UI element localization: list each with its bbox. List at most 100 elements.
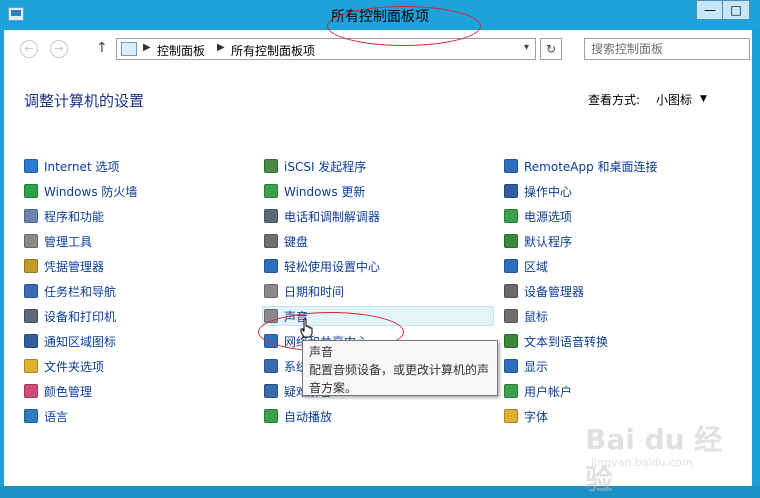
iscsi-icon: [264, 159, 278, 173]
ease-of-access-icon: [264, 259, 278, 273]
item-label: 轻松使用设置中心: [284, 259, 381, 274]
user-accounts-icon: [504, 384, 518, 398]
item-taskbar[interactable]: 任务栏和导航: [24, 281, 116, 301]
power-options-icon: [504, 209, 518, 223]
item-date-time[interactable]: 日期和时间: [264, 281, 344, 301]
chevron-down-icon[interactable]: ▼: [700, 94, 707, 104]
action-center-icon: [504, 184, 518, 198]
sound-tooltip: 声音 配置音频设备，或更改计算机的声音方案。: [302, 340, 498, 396]
item-label: 电源选项: [524, 209, 573, 224]
address-bar[interactable]: ▶ 控制面板 ▶ 所有控制面板项 ▾: [116, 38, 536, 60]
language-icon: [24, 409, 38, 423]
item-label: 任务栏和导航: [44, 284, 117, 299]
minimize-button[interactable]: —: [696, 0, 724, 20]
watermark: Bai du 经验 jingyan.baidu.com: [585, 418, 730, 496]
item-label: 程序和功能: [44, 209, 105, 224]
fonts-icon: [504, 409, 518, 423]
item-label: 管理工具: [44, 234, 93, 249]
device-manager-icon: [504, 284, 518, 298]
keyboard-icon: [264, 234, 278, 248]
item-label: 文本到语音转换: [524, 334, 609, 349]
forward-button[interactable]: →: [50, 40, 68, 58]
item-device-manager[interactable]: 设备管理器: [504, 281, 584, 301]
item-programs[interactable]: 程序和功能: [24, 206, 104, 226]
item-firewall[interactable]: Windows 防火墙: [24, 181, 137, 201]
search-input[interactable]: 搜索控制面板: [584, 38, 750, 60]
item-mouse[interactable]: 鼠标: [504, 306, 548, 326]
item-label: RemoteApp 和桌面连接: [524, 159, 658, 174]
item-autoplay[interactable]: 自动播放: [264, 406, 332, 426]
autoplay-icon: [264, 409, 278, 423]
printer-icon: [24, 309, 38, 323]
text-to-speech-icon: [504, 334, 518, 348]
control-panel-icon: [121, 42, 137, 56]
item-label: 日期和时间: [284, 284, 345, 299]
windows-update-icon: [264, 184, 278, 198]
item-keyboard[interactable]: 键盘: [264, 231, 308, 251]
date-time-icon: [264, 284, 278, 298]
item-label: 语言: [44, 409, 69, 424]
display-icon: [504, 359, 518, 373]
item-label: 鼠标: [524, 309, 549, 324]
item-label: 默认程序: [524, 234, 573, 249]
phone-modem-icon: [264, 209, 278, 223]
item-admin-tools[interactable]: 管理工具: [24, 231, 92, 251]
view-by-label: 查看方式:: [588, 93, 641, 107]
folder-options-icon: [24, 359, 38, 373]
item-printer[interactable]: 设备和打印机: [24, 306, 116, 326]
item-default-programs[interactable]: 默认程序: [504, 231, 572, 251]
view-by-dropdown[interactable]: 小图标: [656, 91, 692, 108]
color-management-icon: [24, 384, 38, 398]
item-ease-of-access[interactable]: 轻松使用设置中心: [264, 256, 380, 276]
taskbar-icon: [24, 284, 38, 298]
item-iscsi[interactable]: iSCSI 发起程序: [264, 156, 366, 176]
maximize-button[interactable]: □: [722, 0, 750, 20]
item-label: 电话和调制解调器: [284, 209, 381, 224]
item-label: 设备管理器: [524, 284, 585, 299]
item-label: 字体: [524, 409, 549, 424]
item-phone-modem[interactable]: 电话和调制解调器: [264, 206, 380, 226]
item-label: Windows 更新: [284, 184, 366, 199]
item-power-options[interactable]: 电源选项: [504, 206, 572, 226]
item-label: Windows 防火墙: [44, 184, 138, 199]
item-display[interactable]: 显示: [504, 356, 548, 376]
item-label: 设备和打印机: [44, 309, 117, 324]
item-internet-options[interactable]: Internet 选项: [24, 156, 119, 176]
page-title: 调整计算机的设置: [24, 92, 145, 110]
up-button[interactable]: ↑: [96, 40, 108, 56]
chevron-down-icon[interactable]: ▾: [524, 42, 529, 53]
item-label: 颜色管理: [44, 384, 93, 399]
tooltip-title: 声音: [309, 345, 334, 359]
back-button[interactable]: ←: [20, 40, 38, 58]
refresh-button[interactable]: ↻: [540, 38, 562, 60]
item-text-to-speech[interactable]: 文本到语音转换: [504, 331, 608, 351]
item-region[interactable]: 区域: [504, 256, 548, 276]
item-action-center[interactable]: 操作中心: [504, 181, 572, 201]
watermark-url: jingyan.baidu.com: [591, 456, 693, 469]
notification-icon: [24, 334, 38, 348]
chevron-right-icon: ▶: [217, 42, 225, 53]
item-windows-update[interactable]: Windows 更新: [264, 181, 365, 201]
item-fonts[interactable]: 字体: [504, 406, 548, 426]
item-label: Internet 选项: [44, 159, 120, 174]
item-user-accounts[interactable]: 用户帐户: [504, 381, 572, 401]
hand-cursor-icon: [300, 318, 313, 338]
item-label: 文件夹选项: [44, 359, 105, 374]
programs-icon: [24, 209, 38, 223]
tooltip-description: 配置音频设备，或更改计算机的声音方案。: [309, 363, 490, 395]
item-label: 键盘: [284, 234, 309, 249]
item-credential[interactable]: 凭据管理器: [24, 256, 104, 276]
item-language[interactable]: 语言: [24, 406, 68, 426]
system-icon: [264, 359, 278, 373]
breadcrumb-all-items[interactable]: 所有控制面板项: [231, 42, 315, 59]
credential-icon: [24, 259, 38, 273]
breadcrumb-control-panel[interactable]: 控制面板: [157, 42, 205, 59]
chevron-right-icon: ▶: [143, 42, 151, 53]
item-color-management[interactable]: 颜色管理: [24, 381, 92, 401]
item-notification[interactable]: 通知区域图标: [24, 331, 116, 351]
remoteapp-icon: [504, 159, 518, 173]
item-remoteapp[interactable]: RemoteApp 和桌面连接: [504, 156, 658, 176]
firewall-icon: [24, 184, 38, 198]
item-label: 显示: [524, 359, 549, 374]
item-folder-options[interactable]: 文件夹选项: [24, 356, 104, 376]
